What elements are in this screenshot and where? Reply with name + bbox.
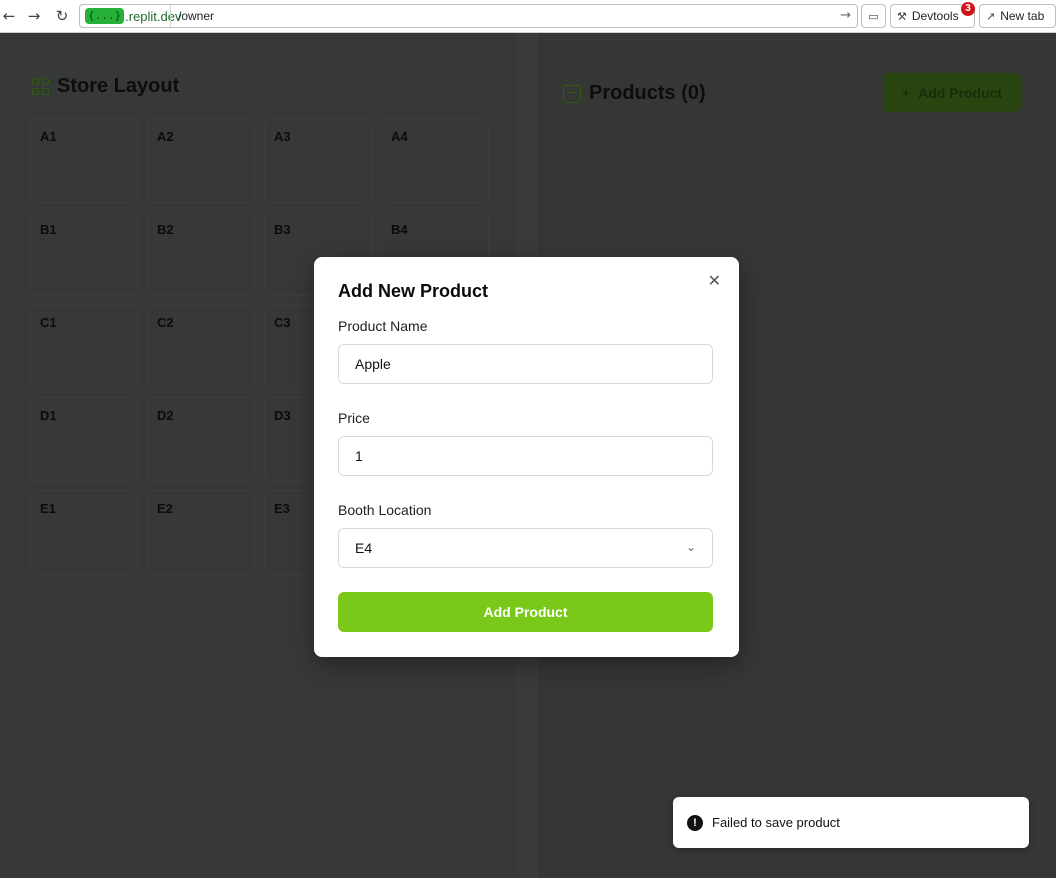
booth-label: B4 bbox=[391, 222, 408, 237]
close-icon[interactable]: ✕ bbox=[708, 271, 721, 290]
monitor-icon: ▭ bbox=[868, 9, 879, 23]
booth-cell[interactable]: B2 bbox=[147, 211, 255, 296]
booth-cell[interactable]: A4 bbox=[381, 118, 489, 203]
booth-cell[interactable]: E2 bbox=[147, 490, 255, 575]
product-name-label: Product Name bbox=[338, 318, 428, 334]
devtools-button[interactable]: ⚒ Devtools 3 bbox=[890, 2, 975, 28]
price-label: Price bbox=[338, 410, 370, 426]
booth-label: B2 bbox=[157, 222, 174, 237]
new-tab-label: New tab bbox=[1000, 9, 1045, 23]
url-path[interactable]: /owner bbox=[178, 9, 214, 23]
booth-cell[interactable]: C1 bbox=[30, 304, 138, 389]
booth-label: D3 bbox=[274, 408, 291, 423]
booth-cell[interactable]: E1 bbox=[30, 490, 138, 575]
domain-text: .replit.dev bbox=[125, 8, 182, 24]
back-arrow-icon[interactable]: ← bbox=[0, 7, 18, 25]
toast-message: Failed to save product bbox=[712, 815, 840, 830]
products-title: Products (0) bbox=[589, 82, 706, 104]
booth-label: A3 bbox=[274, 129, 291, 144]
domain-badge: {...} bbox=[85, 8, 125, 24]
price-input[interactable]: 1 bbox=[338, 436, 713, 476]
domain-chip: {...} .replit.dev bbox=[83, 7, 184, 25]
booth-label: E1 bbox=[40, 501, 56, 516]
add-product-header-button[interactable]: + Add Product bbox=[883, 73, 1021, 112]
booth-label: C1 bbox=[40, 315, 57, 330]
store-layout-header: Store Layout bbox=[32, 75, 179, 98]
booth-label: E2 bbox=[157, 501, 173, 516]
booth-cell[interactable]: A3 bbox=[264, 118, 372, 203]
devtools-label: Devtools bbox=[911, 9, 959, 23]
booth-cell[interactable]: D2 bbox=[147, 397, 255, 482]
store-layout-title: Store Layout bbox=[57, 75, 180, 97]
booth-label: D2 bbox=[157, 408, 174, 423]
booth-label: C2 bbox=[157, 315, 174, 330]
booth-label: B3 bbox=[274, 222, 291, 237]
plus-icon: + bbox=[901, 84, 911, 101]
alert-circle-icon: ! bbox=[687, 814, 703, 831]
reload-icon[interactable]: ↻ bbox=[53, 7, 71, 25]
new-tab-button[interactable]: ↗ New tab bbox=[979, 4, 1056, 28]
browser-toolbar: ← → ↻ {...} .replit.dev /owner → ▭ ⚒ Dev… bbox=[0, 0, 1056, 33]
booth-location-label: Booth Location bbox=[338, 502, 432, 518]
booth-label: B1 bbox=[40, 222, 57, 237]
booth-cell[interactable]: D1 bbox=[30, 397, 138, 482]
forward-arrow-icon[interactable]: → bbox=[25, 7, 43, 25]
grid-icon bbox=[32, 78, 49, 95]
add-product-submit-button[interactable]: Add Product bbox=[338, 592, 713, 632]
add-product-dialog: ✕ Add New Product Product Name Apple Pri… bbox=[314, 257, 739, 657]
booth-location-select[interactable]: E4 ⌄ bbox=[338, 528, 713, 568]
error-toast: ! Failed to save product bbox=[673, 797, 1029, 848]
booth-label: D1 bbox=[40, 408, 57, 423]
booth-cell[interactable]: B1 bbox=[30, 211, 138, 296]
screen-button[interactable]: ▭ bbox=[861, 4, 886, 28]
booth-label: A4 bbox=[391, 129, 408, 144]
dialog-title: Add New Product bbox=[338, 281, 489, 301]
products-header: Products (0) bbox=[563, 82, 706, 105]
booth-cell[interactable]: A1 bbox=[30, 118, 138, 203]
booth-location-value: E4 bbox=[355, 540, 373, 556]
product-name-input[interactable]: Apple bbox=[338, 344, 713, 384]
add-product-header-label: Add Product bbox=[918, 84, 1003, 101]
booth-label: E3 bbox=[274, 501, 290, 516]
url-separator bbox=[170, 5, 171, 27]
devtools-badge: 3 bbox=[961, 2, 975, 16]
booth-label: A1 bbox=[40, 129, 57, 144]
package-icon bbox=[563, 84, 581, 103]
go-arrow-icon[interactable]: → bbox=[840, 8, 851, 23]
address-bar[interactable]: {...} .replit.dev /owner → bbox=[79, 4, 858, 28]
wrench-icon: ⚒ bbox=[897, 9, 907, 23]
booth-cell[interactable]: C2 bbox=[147, 304, 255, 389]
chevron-down-icon: ⌄ bbox=[685, 540, 696, 554]
booth-label: C3 bbox=[274, 315, 291, 330]
booth-cell[interactable]: A2 bbox=[147, 118, 255, 203]
booth-label: A2 bbox=[157, 129, 174, 144]
external-link-icon: ↗ bbox=[986, 9, 996, 23]
